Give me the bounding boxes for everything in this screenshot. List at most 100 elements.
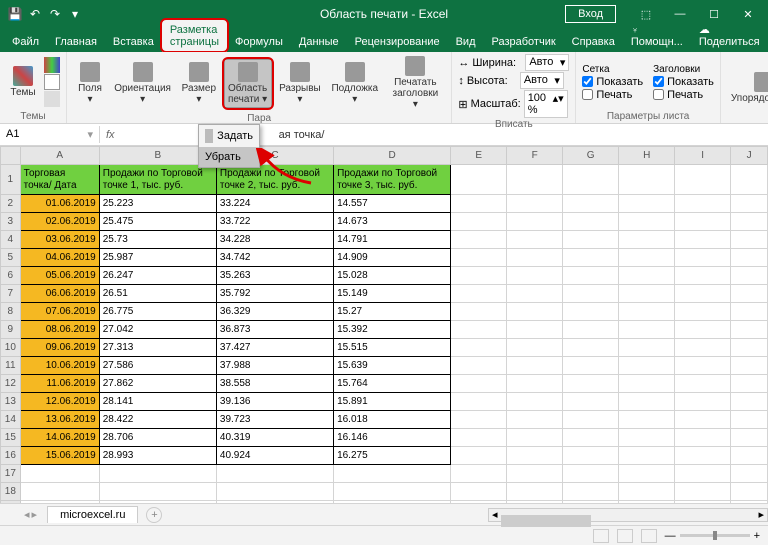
cell[interactable]: 34.228: [216, 231, 333, 249]
normal-view-button[interactable]: [593, 529, 609, 543]
cell[interactable]: [563, 231, 619, 249]
cell[interactable]: 26.51: [99, 285, 216, 303]
cell[interactable]: [451, 447, 507, 465]
cell[interactable]: [563, 375, 619, 393]
cell[interactable]: [563, 357, 619, 375]
cell[interactable]: [619, 165, 675, 195]
cell[interactable]: 13.06.2019: [20, 411, 99, 429]
headers-print-checkbox[interactable]: Печать: [653, 89, 714, 101]
cell[interactable]: 25.223: [99, 195, 216, 213]
cell[interactable]: [451, 339, 507, 357]
cell[interactable]: 40.319: [216, 429, 333, 447]
cell[interactable]: 36.873: [216, 321, 333, 339]
cell[interactable]: 10.06.2019: [20, 357, 99, 375]
cell[interactable]: [507, 339, 563, 357]
cell[interactable]: [731, 357, 768, 375]
cell[interactable]: 39.136: [216, 393, 333, 411]
name-box[interactable]: A1▾: [0, 126, 100, 143]
cell[interactable]: [619, 249, 675, 267]
row-header[interactable]: 16: [1, 447, 21, 465]
cell[interactable]: [675, 231, 731, 249]
fx-icon[interactable]: fx: [100, 129, 121, 141]
row-header[interactable]: 14: [1, 411, 21, 429]
cell[interactable]: [20, 483, 99, 501]
cell[interactable]: [563, 429, 619, 447]
horizontal-scrollbar[interactable]: ◂▸: [488, 508, 768, 522]
cell[interactable]: [507, 429, 563, 447]
row-header[interactable]: 4: [1, 231, 21, 249]
scale-input[interactable]: 100 %▴▾: [524, 90, 568, 118]
cell[interactable]: [619, 195, 675, 213]
cell[interactable]: [507, 357, 563, 375]
cell[interactable]: [563, 303, 619, 321]
row-header[interactable]: 13: [1, 393, 21, 411]
cell[interactable]: [451, 357, 507, 375]
redo-icon[interactable]: ↷: [48, 7, 62, 21]
cell[interactable]: 08.06.2019: [20, 321, 99, 339]
cell[interactable]: 25.987: [99, 249, 216, 267]
cell[interactable]: [731, 213, 768, 231]
cell[interactable]: [563, 393, 619, 411]
cell[interactable]: [731, 267, 768, 285]
cell[interactable]: [451, 249, 507, 267]
cell[interactable]: [451, 303, 507, 321]
печатать-заголовки-button[interactable]: Печататьзаголовки ▾: [385, 54, 445, 112]
col-header[interactable]: H: [619, 147, 675, 165]
col-header[interactable]: F: [507, 147, 563, 165]
cell[interactable]: [507, 465, 563, 483]
cell[interactable]: [216, 483, 333, 501]
row-header[interactable]: 18: [1, 483, 21, 501]
cell[interactable]: 27.862: [99, 375, 216, 393]
cell[interactable]: 35.263: [216, 267, 333, 285]
headers-show-checkbox[interactable]: Показать: [653, 76, 714, 88]
cell[interactable]: [507, 267, 563, 285]
close-button[interactable]: ✕: [732, 2, 764, 26]
cell[interactable]: [675, 213, 731, 231]
cell[interactable]: Продажи по Торговой точке 3, тыс. руб.: [334, 165, 451, 195]
cell[interactable]: [563, 285, 619, 303]
height-select[interactable]: Авто▾: [520, 72, 564, 89]
cell[interactable]: [731, 321, 768, 339]
cell[interactable]: [675, 375, 731, 393]
cell[interactable]: [451, 231, 507, 249]
cell[interactable]: [619, 213, 675, 231]
cell[interactable]: 33.224: [216, 195, 333, 213]
cell[interactable]: [731, 447, 768, 465]
cell[interactable]: [675, 447, 731, 465]
ориентация-button[interactable]: Ориентация▾: [111, 60, 174, 107]
cell[interactable]: [675, 285, 731, 303]
cell[interactable]: [507, 447, 563, 465]
row-header[interactable]: 11: [1, 357, 21, 375]
cell[interactable]: [619, 393, 675, 411]
select-all[interactable]: [1, 147, 21, 165]
cell[interactable]: 25.475: [99, 213, 216, 231]
set-print-area[interactable]: Задать: [199, 125, 259, 147]
row-header[interactable]: 7: [1, 285, 21, 303]
cell[interactable]: [507, 195, 563, 213]
tab-рецензирование[interactable]: Рецензирование: [347, 32, 448, 52]
cell[interactable]: [675, 267, 731, 285]
cell[interactable]: [619, 231, 675, 249]
разрывы-button[interactable]: Разрывы▾: [276, 60, 324, 107]
cell[interactable]: 28.422: [99, 411, 216, 429]
cell[interactable]: [731, 465, 768, 483]
sheet-nav[interactable]: ◂▸: [24, 508, 37, 521]
cell[interactable]: 15.764: [334, 375, 451, 393]
tab-разметка страницы[interactable]: Разметка страницы: [162, 20, 227, 52]
cell[interactable]: [507, 303, 563, 321]
row-header[interactable]: 8: [1, 303, 21, 321]
width-select[interactable]: Авто▾: [525, 54, 569, 71]
cell[interactable]: 02.06.2019: [20, 213, 99, 231]
cell[interactable]: [507, 249, 563, 267]
cell[interactable]: [563, 411, 619, 429]
tab-разработчик[interactable]: Разработчик: [484, 32, 564, 52]
cell[interactable]: [619, 429, 675, 447]
cell[interactable]: [619, 357, 675, 375]
cell[interactable]: 36.329: [216, 303, 333, 321]
cell[interactable]: 05.06.2019: [20, 267, 99, 285]
cell[interactable]: 27.586: [99, 357, 216, 375]
row-header[interactable]: 17: [1, 465, 21, 483]
cell[interactable]: [619, 411, 675, 429]
zoom-control[interactable]: ―+: [665, 530, 760, 542]
cell[interactable]: 28.141: [99, 393, 216, 411]
